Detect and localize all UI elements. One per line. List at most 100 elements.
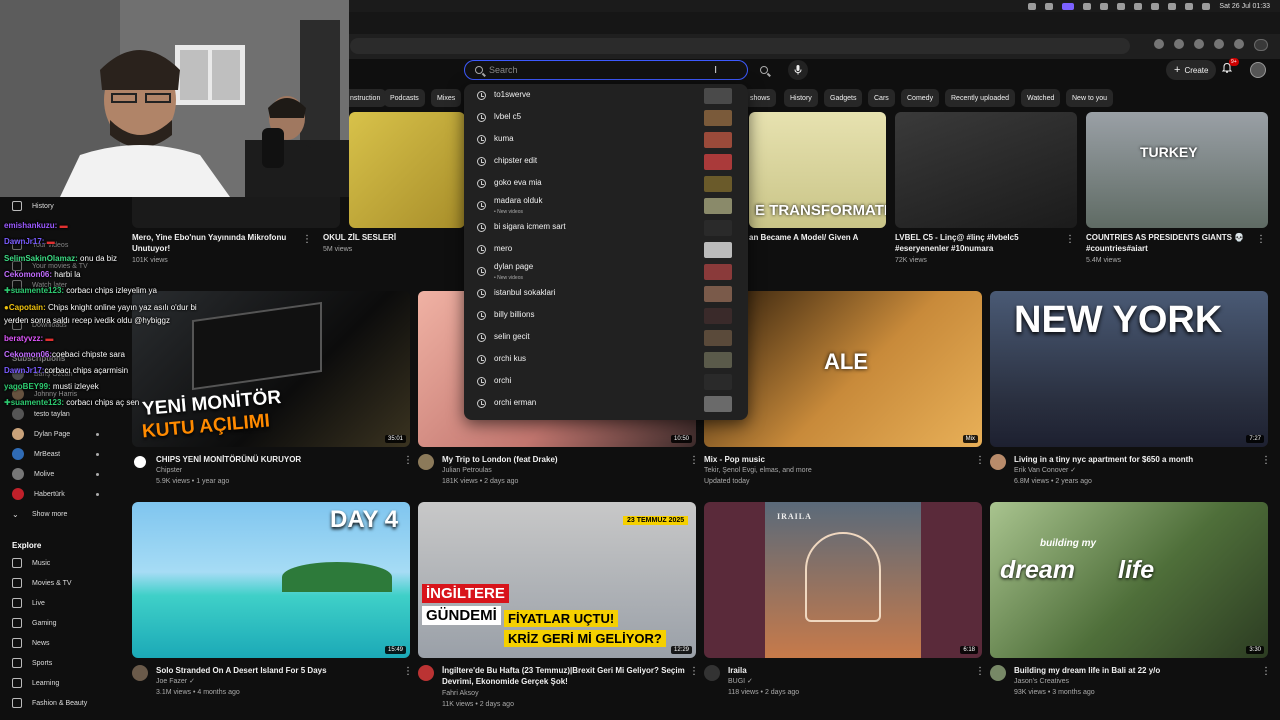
search-input[interactable]: [489, 65, 689, 75]
sidebar-item-fashion[interactable]: Fashion & Beauty: [12, 695, 87, 711]
channel-name[interactable]: Erik Van Conover ✓: [1014, 465, 1076, 476]
search-suggestion[interactable]: billy billions: [464, 305, 748, 327]
status-icon[interactable]: [1100, 2, 1109, 10]
more-options-icon[interactable]: ⋮: [403, 666, 413, 677]
more-options-icon[interactable]: ⋮: [975, 455, 985, 466]
battery-icon[interactable]: [1151, 2, 1160, 10]
video-thumbnail[interactable]: [895, 112, 1077, 228]
search-suggestion[interactable]: istanbul sokaklari: [464, 283, 748, 305]
chip-cars[interactable]: Cars: [868, 89, 895, 107]
sidebar-item-music[interactable]: Music: [12, 555, 50, 571]
video-thumbnail[interactable]: 23 TEMMUZ 2025 İNGİLTERE GÜNDEMİ FİYATLA…: [418, 502, 696, 658]
more-options-icon[interactable]: ⋮: [689, 666, 699, 677]
video-title[interactable]: Living in a tiny nyc apartment for $650 …: [1014, 454, 1254, 465]
channel-name[interactable]: Fahri Aksoy: [442, 688, 479, 699]
status-icon[interactable]: [1045, 2, 1054, 10]
video-thumbnail[interactable]: [349, 112, 465, 228]
account-avatar[interactable]: [1250, 62, 1266, 78]
video-thumbnail[interactable]: DAY 4 15:49: [132, 502, 410, 658]
control-center-icon[interactable]: [1185, 2, 1194, 10]
video-title[interactable]: Building my dream life in Bali at 22 y/o: [1014, 665, 1254, 676]
video-title[interactable]: İngiltere'de Bu Hafta (23 Temmuz)|Brexit…: [442, 665, 687, 687]
bluetooth-icon[interactable]: [1134, 2, 1143, 10]
video-thumbnail[interactable]: YENİ MONİTÖR KUTU AÇILIMI 35:01: [132, 291, 410, 447]
chip-new-to-you[interactable]: New to you: [1066, 89, 1114, 107]
chip-podcasts[interactable]: Podcasts: [384, 89, 425, 107]
video-thumbnail[interactable]: NEW YORK 7:27: [990, 291, 1268, 447]
channel-avatar[interactable]: [990, 665, 1006, 681]
sidebar-item-gaming[interactable]: Gaming: [12, 615, 57, 631]
video-thumbnail[interactable]: E TRANSFORMATIO: [749, 112, 886, 228]
video-thumbnail[interactable]: TURKEY: [1086, 112, 1268, 228]
search-suggestion[interactable]: lvbel c5: [464, 107, 748, 129]
video-title[interactable]: Iraila: [728, 665, 968, 676]
search-suggestion[interactable]: goko eva mia: [464, 173, 748, 195]
chip-gadgets[interactable]: Gadgets: [824, 89, 863, 107]
status-icon[interactable]: [1028, 2, 1037, 10]
volume-icon[interactable]: [1117, 2, 1126, 10]
more-options-icon[interactable]: ⋮: [1065, 234, 1075, 245]
video-title[interactable]: Mix - Pop music: [704, 454, 944, 465]
wifi-icon[interactable]: [1168, 2, 1177, 10]
more-options-icon[interactable]: ⋮: [1261, 455, 1271, 466]
video-title[interactable]: OKUL ZİL SESLERİ: [323, 232, 463, 243]
channel-avatar[interactable]: [704, 665, 720, 681]
search-suggestion[interactable]: orchi: [464, 371, 748, 393]
channel-avatar[interactable]: [990, 454, 1006, 470]
video-title[interactable]: COUNTRIES AS PRESIDENTS GIANTS 💀 #countri…: [1086, 232, 1256, 254]
more-options-icon[interactable]: ⋮: [403, 455, 413, 466]
search-suggestion[interactable]: bi sigara icmem sart: [464, 217, 748, 239]
search-suggestion[interactable]: to1swerve: [464, 85, 748, 107]
chip-recently-uploaded[interactable]: Recently uploaded: [945, 89, 1015, 107]
chip-mixes[interactable]: Mixes: [431, 89, 462, 107]
browser-menu-icon[interactable]: [1254, 39, 1268, 51]
video-title[interactable]: LVBEL C5 - Linç@ #linç #lvbelc5 #eseryene…: [895, 232, 1070, 254]
menubar-clock[interactable]: Sat 26 Jul 01:33: [1219, 3, 1270, 10]
channel-avatar[interactable]: [418, 454, 434, 470]
more-options-icon[interactable]: ⋮: [975, 666, 985, 677]
more-options-icon[interactable]: ⋮: [689, 455, 699, 466]
channel-name[interactable]: Jason's Creatives: [1014, 676, 1069, 687]
siri-icon[interactable]: [1202, 2, 1211, 10]
chip-history[interactable]: History: [784, 89, 818, 107]
profile-icon[interactable]: [1234, 39, 1244, 49]
more-options-icon[interactable]: ⋮: [1256, 234, 1266, 245]
sidebar-subscription[interactable]: MrBeast: [12, 446, 99, 462]
cast-icon[interactable]: [1154, 39, 1164, 49]
status-icon[interactable]: [1083, 2, 1092, 10]
sidebar-subscription[interactable]: Molive: [12, 466, 99, 482]
notifications-button[interactable]: 9+: [1221, 58, 1239, 76]
channel-avatar[interactable]: [132, 665, 148, 681]
sidebar-subscription[interactable]: Dylan Page: [12, 426, 99, 442]
sidebar-item-movies-tv[interactable]: Movies & TV: [12, 575, 72, 591]
channel-name[interactable]: Joe Fazer ✓: [156, 676, 195, 687]
video-title[interactable]: My Trip to London (feat Drake): [442, 454, 682, 465]
channel-avatar[interactable]: [418, 665, 434, 681]
more-options-icon[interactable]: ⋮: [302, 234, 312, 245]
search-suggestion[interactable]: orchi kus: [464, 349, 748, 371]
channel-name[interactable]: Julian Petroulas: [442, 465, 492, 476]
more-options-icon[interactable]: ⋮: [1261, 666, 1271, 677]
show-more-button[interactable]: ⌄ Show more: [12, 506, 67, 522]
chip-watched[interactable]: Watched: [1021, 89, 1061, 107]
bookmark-star-icon[interactable]: [1174, 39, 1184, 49]
sidebar-item-sports[interactable]: Sports: [12, 655, 52, 671]
search-suggestion[interactable]: mero: [464, 239, 748, 261]
search-suggestion[interactable]: kuma: [464, 129, 748, 151]
video-thumbnail[interactable]: IRAILA 6:18: [704, 502, 982, 658]
search-suggestion[interactable]: chipster edit: [464, 151, 748, 173]
sidebar-subscription[interactable]: testo taylan: [12, 406, 70, 422]
search-button[interactable]: [754, 60, 774, 80]
sidebar-item-news[interactable]: News: [12, 635, 50, 651]
video-title[interactable]: CHIPS YENİ MONİTÖRÜNÜ KURUYOR: [156, 454, 396, 465]
search-suggestion[interactable]: orchi erman: [464, 393, 748, 415]
video-thumbnail[interactable]: building my dream life 3:30: [990, 502, 1268, 658]
video-title[interactable]: an Became A Model/ Given A: [749, 232, 889, 243]
channel-avatar[interactable]: [132, 454, 148, 470]
extension-icon[interactable]: [1194, 39, 1204, 49]
video-title[interactable]: Mero, Yine Ebo'nun Yayınında Mikrofonu Un…: [132, 232, 297, 254]
screen-share-icon[interactable]: [1062, 2, 1075, 10]
puzzle-icon[interactable]: [1214, 39, 1224, 49]
channel-name[interactable]: Chipster: [156, 465, 182, 476]
search-suggestion[interactable]: dylan page • New videos: [464, 261, 748, 283]
